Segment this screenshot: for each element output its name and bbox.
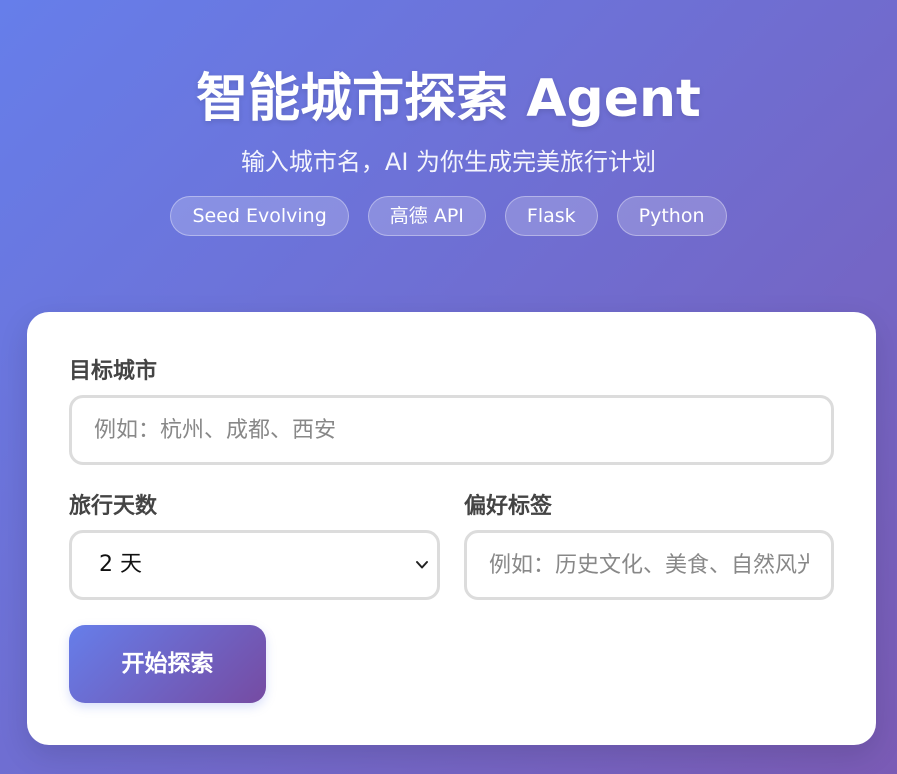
days-select-value: 2 天 <box>99 552 142 577</box>
tech-tags: Seed Evolving 高德 API Flask Python <box>0 196 897 236</box>
days-select[interactable]: 2 天 <box>69 530 440 600</box>
page-subtitle: 输入城市名，AI 为你生成完美旅行计划 <box>240 148 657 176</box>
tag-amap-api: 高德 API <box>367 196 486 236</box>
city-input[interactable] <box>69 395 834 465</box>
tag-seed-evolving: Seed Evolving <box>170 196 349 236</box>
tag-flask: Flask <box>504 196 598 236</box>
start-explore-button[interactable]: 开始探索 <box>69 625 266 703</box>
preferences-label: 偏好标签 <box>464 494 553 519</box>
tag-python: Python <box>616 196 727 236</box>
page-title: 智能城市探索 Agent <box>196 69 701 129</box>
city-label: 目标城市 <box>69 359 158 384</box>
days-label: 旅行天数 <box>69 494 158 519</box>
chevron-down-icon <box>416 561 428 569</box>
preferences-input[interactable] <box>464 530 834 600</box>
explore-form-card: 目标城市 旅行天数 2 天 偏好标签 开始探索 <box>27 312 876 745</box>
